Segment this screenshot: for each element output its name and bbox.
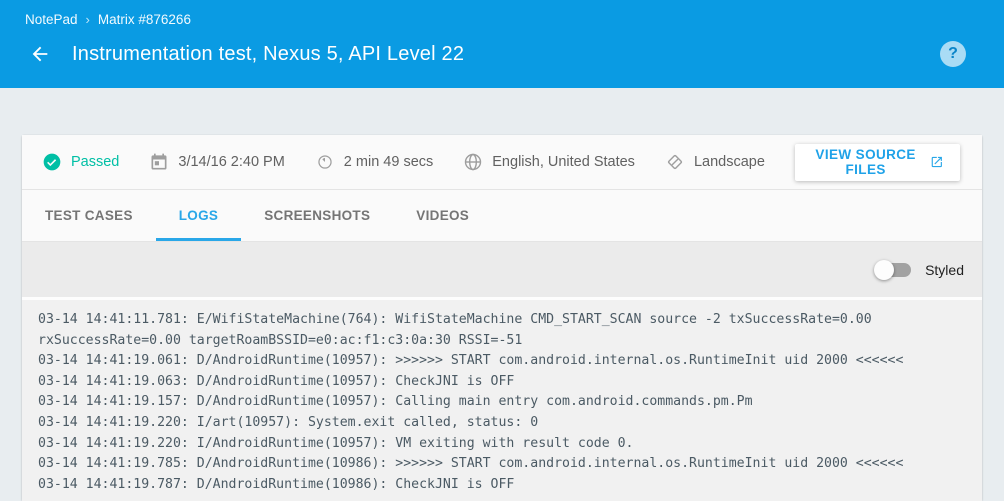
test-date-label: 3/14/16 2:40 PM [178, 154, 284, 170]
breadcrumb-parent[interactable]: NotePad [25, 12, 78, 27]
help-icon[interactable]: ? [940, 41, 966, 67]
title-row: Instrumentation test, Nexus 5, API Level… [0, 27, 1004, 67]
open-in-new-icon [930, 153, 944, 171]
globe-icon [463, 152, 483, 172]
page-title: Instrumentation test, Nexus 5, API Level… [72, 43, 940, 66]
tabs-bar: TEST CASES LOGS SCREENSHOTS VIDEOS [22, 190, 982, 242]
test-duration: 2 min 49 secs [315, 152, 433, 172]
log-line: 03-14 14:41:19.063: D/AndroidRuntime(109… [38, 372, 982, 393]
view-source-files-button[interactable]: VIEW SOURCE FILES [795, 144, 960, 181]
log-line: 03-14 14:41:19.785: D/AndroidRuntime(109… [38, 454, 982, 475]
breadcrumb: NotePad › Matrix #876266 [0, 0, 1004, 27]
test-locale: English, United States [463, 152, 635, 172]
check-circle-icon [42, 152, 62, 172]
app-header: NotePad › Matrix #876266 Instrumentation… [0, 0, 1004, 88]
tab-logs[interactable]: LOGS [156, 190, 241, 241]
styled-toggle[interactable] [877, 263, 911, 277]
log-line: 03-14 14:41:19.787: D/AndroidRuntime(109… [38, 475, 982, 496]
status-badge: Passed [71, 154, 119, 170]
status-summary-row: Passed 3/14/16 2:40 PM 2 min 49 secs Eng… [22, 135, 982, 190]
timer-icon [315, 152, 335, 172]
styled-toggle-knob [874, 260, 894, 280]
test-orientation: Landscape [665, 152, 765, 172]
log-output[interactable]: 03-14 14:41:11.781: E/WifiStateMachine(7… [22, 300, 982, 501]
log-line: 03-14 14:41:11.781: E/WifiStateMachine(7… [38, 310, 982, 331]
log-line: 03-14 14:41:19.157: D/AndroidRuntime(109… [38, 392, 982, 413]
test-duration-label: 2 min 49 secs [344, 154, 433, 170]
log-line: 03-14 14:41:19.220: I/art(10957): System… [38, 413, 982, 434]
log-line: 03-14 14:41:19.220: I/AndroidRuntime(109… [38, 434, 982, 455]
styled-toggle-label: Styled [925, 262, 964, 278]
test-locale-label: English, United States [492, 154, 635, 170]
log-toolbar: Styled [22, 242, 982, 300]
test-orientation-label: Landscape [694, 154, 765, 170]
view-source-files-label: VIEW SOURCE FILES [811, 147, 921, 177]
test-result-status: Passed [42, 152, 119, 172]
calendar-icon [149, 152, 169, 172]
test-results-card: Passed 3/14/16 2:40 PM 2 min 49 secs Eng… [22, 135, 982, 501]
orientation-tag-icon [665, 152, 685, 172]
log-line: 03-14 14:41:19.061: D/AndroidRuntime(109… [38, 351, 982, 372]
tab-videos[interactable]: VIDEOS [393, 190, 492, 241]
back-arrow-icon[interactable] [28, 42, 52, 66]
tab-screenshots[interactable]: SCREENSHOTS [241, 190, 393, 241]
tab-test-cases[interactable]: TEST CASES [22, 190, 156, 241]
log-line: rxSuccessRate=0.00 targetRoamBSSID=e0:ac… [38, 331, 982, 352]
breadcrumb-current: Matrix #876266 [98, 12, 191, 27]
breadcrumb-separator-icon: › [86, 12, 90, 27]
test-date: 3/14/16 2:40 PM [149, 152, 284, 172]
